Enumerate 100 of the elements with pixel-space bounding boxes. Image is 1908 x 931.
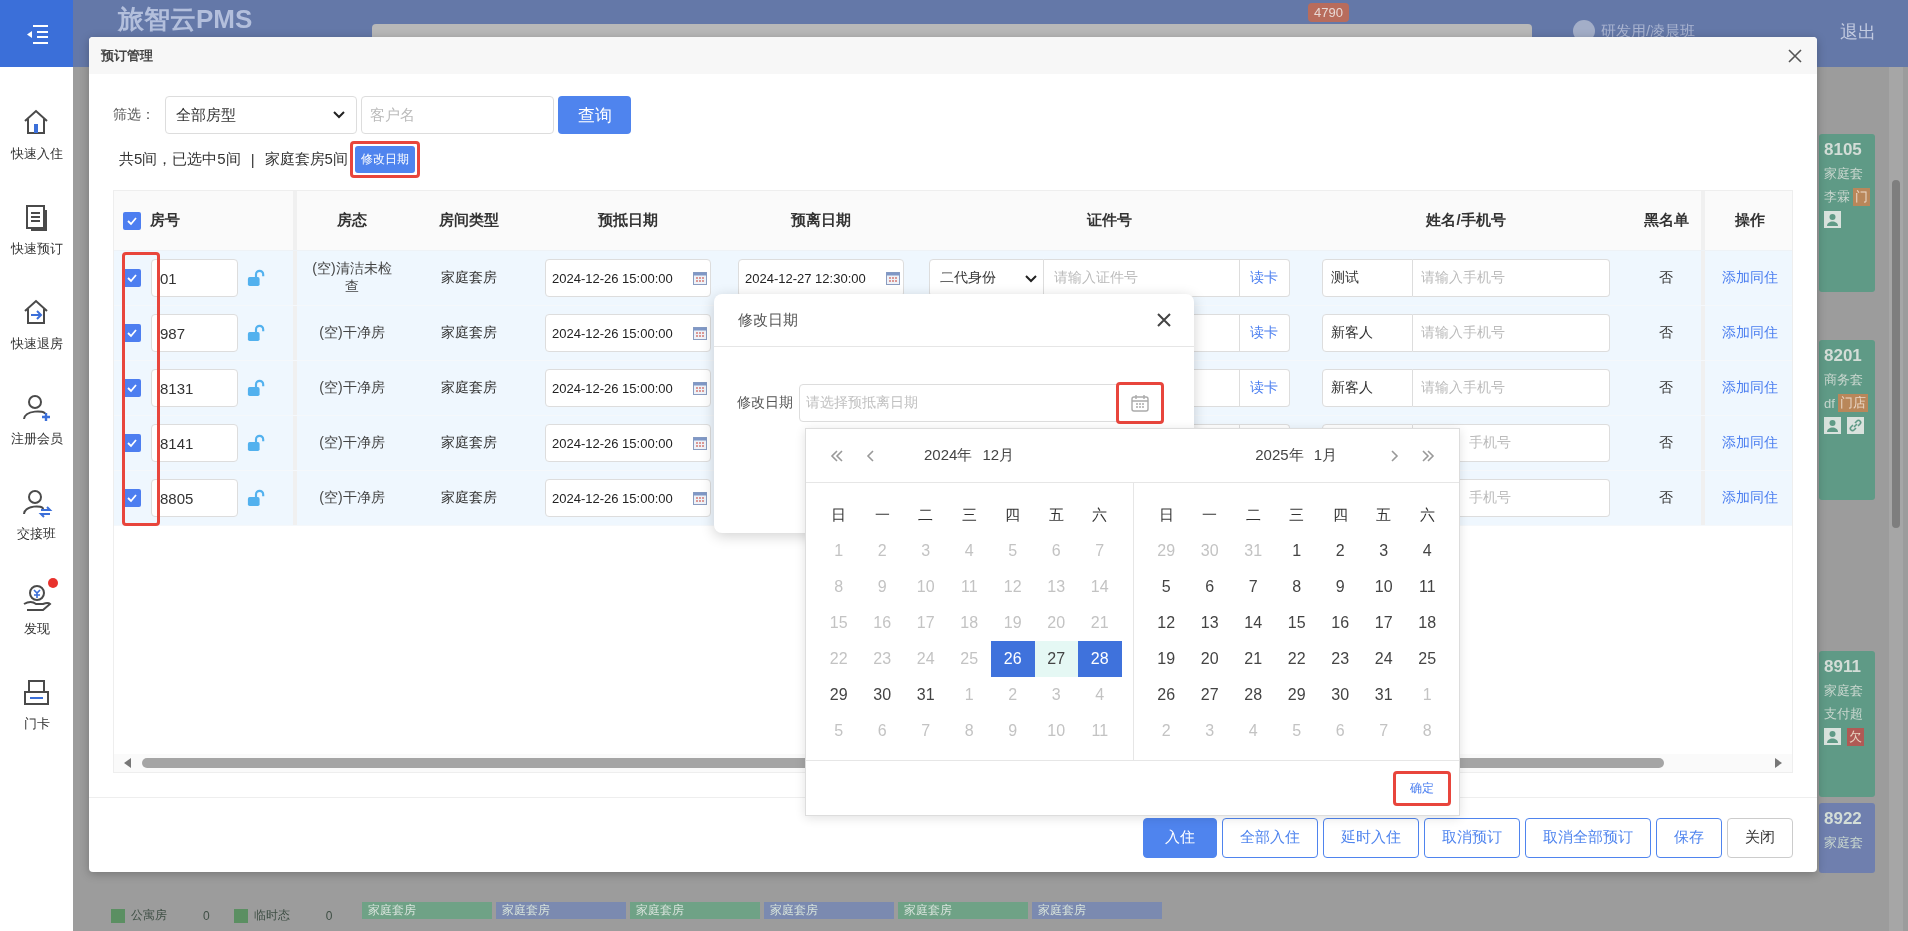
footer-button[interactable]: 保存	[1656, 817, 1722, 858]
add-companion-link[interactable]: 添加同住	[1721, 269, 1778, 287]
unlocked-lock-icon[interactable]	[247, 434, 265, 452]
calendar-day[interactable]: 22	[1275, 641, 1319, 677]
calendar-icon[interactable]	[1130, 393, 1150, 413]
unlocked-lock-icon[interactable]	[247, 379, 265, 397]
unlocked-lock-icon[interactable]	[247, 324, 265, 342]
sidebar-item[interactable]: 快速退房	[0, 277, 73, 372]
calendar-day[interactable]: 28	[1078, 641, 1122, 677]
calendar-day[interactable]: 6	[1188, 569, 1232, 605]
footer-button[interactable]: 取消全部预订	[1525, 817, 1651, 858]
month-label[interactable]: 12月	[982, 446, 1015, 465]
calendar-day[interactable]: 31	[1362, 677, 1406, 713]
select-all-checkbox[interactable]	[123, 211, 141, 230]
calendar-day[interactable]: 8	[1275, 569, 1319, 605]
calendar-day[interactable]: 13	[1188, 605, 1232, 641]
room-number-input[interactable]: 8141	[151, 424, 238, 462]
sidebar-item[interactable]: 注册会员	[0, 372, 73, 467]
scroll-left-icon[interactable]	[124, 758, 132, 768]
arrival-date-input[interactable]: 2024-12-26 15:00:00	[545, 424, 711, 462]
calendar-day[interactable]: 2	[1318, 533, 1362, 569]
month-label[interactable]: 1月	[1313, 446, 1337, 465]
calendar-day[interactable]: 9	[1318, 569, 1362, 605]
id-number-input[interactable]: 请输入证件号	[1043, 259, 1240, 297]
arrival-date-input[interactable]: 2024-12-26 15:00:00	[545, 369, 711, 407]
calendar-day[interactable]: 1	[1275, 533, 1319, 569]
year-label[interactable]: 2024年	[924, 446, 973, 465]
calendar-day[interactable]: 30	[860, 677, 904, 713]
calendar-day[interactable]: 15	[1275, 605, 1319, 641]
add-companion-link[interactable]: 添加同住	[1721, 434, 1778, 452]
calendar-icon[interactable]	[886, 271, 900, 285]
calendar-day[interactable]: 25	[1405, 641, 1449, 677]
footer-button[interactable]: 入住	[1143, 817, 1217, 858]
calendar-icon[interactable]	[693, 271, 707, 285]
room-number-input[interactable]: 8131	[151, 369, 238, 407]
year-label[interactable]: 2025年	[1255, 446, 1304, 465]
calendar-day[interactable]: 7	[1231, 569, 1275, 605]
close-icon[interactable]	[1156, 312, 1172, 328]
sidebar-item[interactable]: 门卡	[0, 657, 73, 752]
guest-name-input[interactable]: 新客人	[1322, 314, 1413, 352]
room-number-input[interactable]: 01	[151, 259, 238, 297]
calendar-day[interactable]: 14	[1231, 605, 1275, 641]
phone-input[interactable]: 请输入手机号	[1413, 259, 1610, 297]
calendar-day[interactable]: 18	[1405, 605, 1449, 641]
footer-button[interactable]: 关闭	[1727, 817, 1793, 858]
sidebar-item[interactable]: 发现	[0, 562, 73, 657]
id-type-select[interactable]: 二代身份	[928, 259, 1044, 297]
calendar-day[interactable]: 30	[1318, 677, 1362, 713]
room-number-input[interactable]: 987	[151, 314, 238, 352]
calendar-day[interactable]: 27	[1034, 641, 1078, 677]
calendar-day[interactable]: 20	[1188, 641, 1232, 677]
calendar-day[interactable]: 4	[1405, 533, 1449, 569]
confirm-button[interactable]: 确定	[1393, 770, 1451, 806]
footer-button[interactable]: 全部入住	[1222, 817, 1318, 858]
calendar-icon[interactable]	[693, 491, 707, 505]
room-card[interactable]: 8105 家庭套 李霖 门	[1819, 134, 1875, 292]
read-card-button[interactable]: 读卡	[1239, 314, 1290, 352]
add-companion-link[interactable]: 添加同住	[1721, 379, 1778, 397]
calendar-day[interactable]: 26	[1144, 677, 1188, 713]
phone-input[interactable]: 请输入手机号	[1413, 314, 1610, 352]
sidebar-item[interactable]: 交接班	[0, 467, 73, 562]
calendar-icon[interactable]	[693, 436, 707, 450]
calendar-day[interactable]: 24	[1362, 641, 1406, 677]
calendar-day[interactable]: 5	[1144, 569, 1188, 605]
calendar-day[interactable]: 26	[991, 641, 1035, 677]
customer-input[interactable]: 客户名	[361, 96, 554, 134]
phone-input[interactable]: 请输入手机号	[1413, 369, 1610, 407]
close-icon[interactable]	[1787, 47, 1803, 64]
calendar-day[interactable]: 19	[1144, 641, 1188, 677]
sidebar-item[interactable]: 快速预订	[0, 182, 73, 277]
unlocked-lock-icon[interactable]	[247, 489, 265, 507]
room-number-input[interactable]: 8805	[151, 479, 238, 517]
user-name[interactable]: 研发用/凌晨班	[1601, 21, 1696, 41]
room-card[interactable]: 8911 家庭套 支付超 欠	[1819, 651, 1875, 797]
calendar-day[interactable]: 10	[1362, 569, 1406, 605]
read-card-button[interactable]: 读卡	[1239, 369, 1290, 407]
calendar-icon[interactable]	[693, 381, 707, 395]
calendar-day[interactable]: 21	[1231, 641, 1275, 677]
add-companion-link[interactable]: 添加同住	[1721, 489, 1778, 507]
calendar-day[interactable]: 16	[1318, 605, 1362, 641]
calendar-day[interactable]: 11	[1405, 569, 1449, 605]
footer-button[interactable]: 延时入住	[1323, 817, 1419, 858]
unlocked-lock-icon[interactable]	[247, 269, 265, 287]
guest-name-input[interactable]: 测试	[1322, 259, 1413, 297]
scrollbar[interactable]	[1889, 67, 1903, 931]
calendar-day[interactable]: 27	[1188, 677, 1232, 713]
calendar-day[interactable]: 28	[1231, 677, 1275, 713]
arrival-date-input[interactable]: 2024-12-26 15:00:00	[545, 314, 711, 352]
calendar-day[interactable]: 29	[1275, 677, 1319, 713]
guest-name-input[interactable]: 新客人	[1322, 369, 1413, 407]
room-card[interactable]: 8201 商务套 df 门店	[1819, 340, 1875, 500]
room-type-select[interactable]: 全部房型	[165, 96, 357, 134]
footer-button[interactable]: 取消预订	[1424, 817, 1520, 858]
calendar-day[interactable]: 3	[1362, 533, 1406, 569]
arrival-date-input[interactable]: 2024-12-26 15:00:00	[545, 479, 711, 517]
read-card-button[interactable]: 读卡	[1239, 259, 1290, 297]
sidebar-item[interactable]: 快速入住	[0, 87, 73, 182]
query-button[interactable]: 查询	[558, 96, 631, 134]
logout-link[interactable]: 退出	[1840, 20, 1876, 44]
scroll-right-icon[interactable]	[1774, 758, 1782, 768]
